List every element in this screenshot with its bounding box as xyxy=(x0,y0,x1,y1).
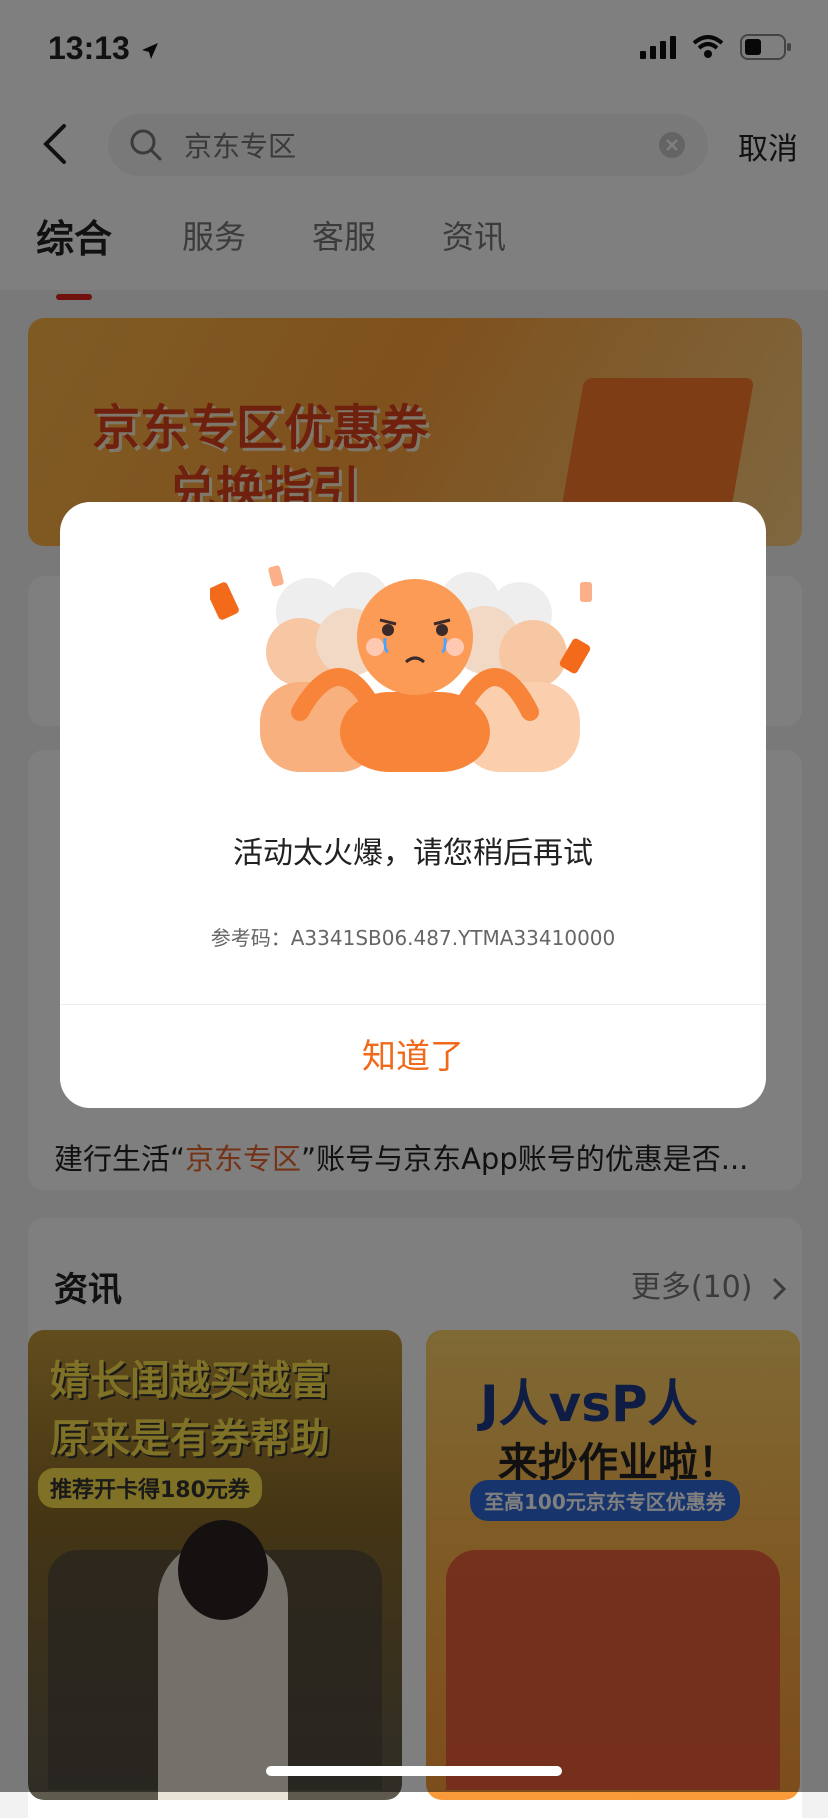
dialog-message: 活动太火爆，请您稍后再试 xyxy=(233,836,593,871)
home-indicator[interactable] xyxy=(266,1766,562,1776)
error-dialog: 活动太火爆，请您稍后再试 参考码：A3341SB06.487.YTMA33410… xyxy=(60,502,766,1108)
dialog-reference: 参考码：A3341SB06.487.YTMA33410000 xyxy=(210,926,616,950)
acknowledge-button[interactable]: 知道了 xyxy=(60,1005,766,1108)
crowd-illustration xyxy=(210,565,592,772)
reference-code: A3341SB06.487.YTMA33410000 xyxy=(290,926,616,950)
